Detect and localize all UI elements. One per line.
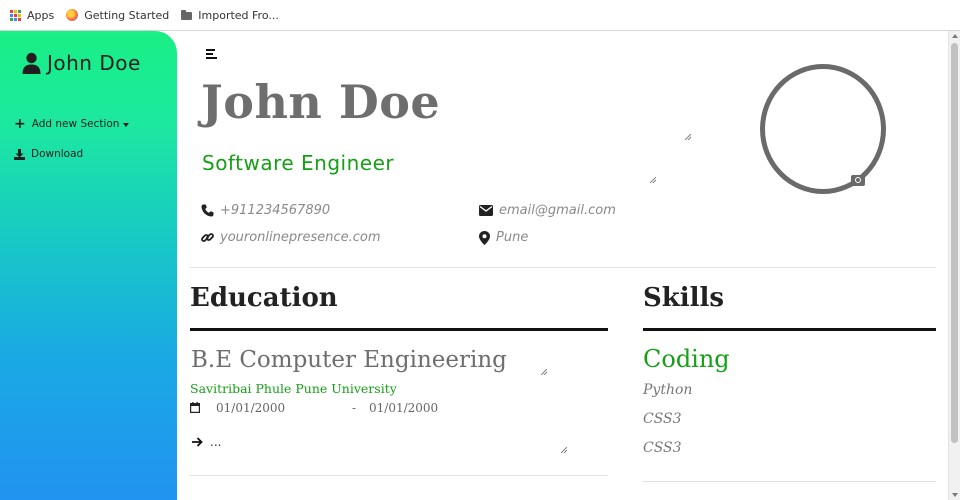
date-separator: - xyxy=(352,401,357,415)
contact-phone[interactable]: +911234567890 xyxy=(201,203,330,218)
job-title[interactable]: Software Engineer xyxy=(202,151,394,175)
contact-location[interactable]: Pune xyxy=(479,230,528,245)
education-description[interactable]: ... xyxy=(192,435,221,449)
download-label: Download xyxy=(31,148,84,160)
degree-title[interactable]: B.E Computer Engineering xyxy=(191,347,507,373)
sidebar: John Doe + Add new Section Download xyxy=(0,31,177,500)
website-text: youronlinepresence.com xyxy=(220,230,381,245)
start-date[interactable]: 01/01/2000 xyxy=(216,401,285,415)
camera-icon[interactable] xyxy=(851,175,865,186)
vertical-scrollbar[interactable] xyxy=(948,31,960,500)
plus-icon: + xyxy=(14,116,26,132)
bookmark-imported-folder[interactable]: Imported Fro... xyxy=(181,9,279,22)
header-divider xyxy=(190,267,936,268)
skill-item[interactable]: CSS3 xyxy=(643,411,682,427)
apps-grid-icon xyxy=(10,9,21,21)
contact-website[interactable]: youronlinepresence.com xyxy=(201,230,381,245)
add-section-label: Add new Section xyxy=(31,118,120,130)
caret-down-icon xyxy=(123,122,130,127)
skill-category[interactable]: Coding xyxy=(643,345,730,373)
resume-main: John Doe Software Engineer +911234567890… xyxy=(177,31,948,500)
map-pin-icon xyxy=(479,230,490,245)
envelope-icon xyxy=(479,205,493,216)
phone-text: +911234567890 xyxy=(220,203,331,218)
job-resize-handle[interactable] xyxy=(650,177,656,183)
scroll-down-arrow-icon[interactable] xyxy=(952,493,958,497)
menu-icon[interactable] xyxy=(206,49,217,59)
education-bottom-divider xyxy=(190,475,608,476)
user-icon xyxy=(22,52,41,74)
education-description-text: ... xyxy=(210,435,222,449)
skills-title[interactable]: Skills xyxy=(643,283,724,313)
download-button[interactable]: Download xyxy=(14,148,83,160)
skill-item[interactable]: CSS3 xyxy=(643,440,682,456)
skills-bottom-divider xyxy=(643,481,936,482)
end-date[interactable]: 01/01/2000 xyxy=(369,401,438,415)
skills-rule xyxy=(643,328,936,331)
bookmarks-bar: Apps Getting Started Imported Fro... xyxy=(0,0,960,31)
calendar-icon xyxy=(190,402,200,413)
firefox-icon xyxy=(66,9,79,21)
phone-icon xyxy=(201,204,214,217)
description-resize-handle[interactable] xyxy=(561,447,567,453)
name-resize-handle[interactable] xyxy=(685,134,691,140)
sidebar-name: John Doe xyxy=(47,51,141,75)
bookmark-getting-started-label: Getting Started xyxy=(84,8,170,22)
link-icon xyxy=(201,233,214,242)
arrow-right-icon xyxy=(192,437,203,447)
university-name[interactable]: Savitribai Phule Pune University xyxy=(190,381,397,396)
add-section-button[interactable]: + Add new Section xyxy=(14,116,130,132)
bookmark-imported-label: Imported Fro... xyxy=(198,8,279,22)
resume-name[interactable]: John Doe xyxy=(201,75,440,129)
sidebar-profile: John Doe xyxy=(22,51,141,75)
email-text: email@gmail.com xyxy=(499,203,616,218)
folder-icon xyxy=(181,10,193,20)
contact-email[interactable]: email@gmail.com xyxy=(479,203,616,218)
bookmark-apps[interactable]: Apps xyxy=(10,9,54,22)
scroll-up-arrow-icon[interactable] xyxy=(952,34,958,38)
download-icon xyxy=(14,148,25,160)
bookmark-getting-started[interactable]: Getting Started xyxy=(66,9,169,22)
education-rule xyxy=(190,328,608,331)
degree-resize-handle[interactable] xyxy=(541,369,547,375)
education-title[interactable]: Education xyxy=(190,283,338,313)
skill-item[interactable]: Python xyxy=(643,382,692,398)
bookmark-apps-label: Apps xyxy=(27,8,55,22)
profile-photo[interactable] xyxy=(760,64,886,194)
location-text: Pune xyxy=(496,230,529,245)
scroll-thumb[interactable] xyxy=(951,43,958,443)
